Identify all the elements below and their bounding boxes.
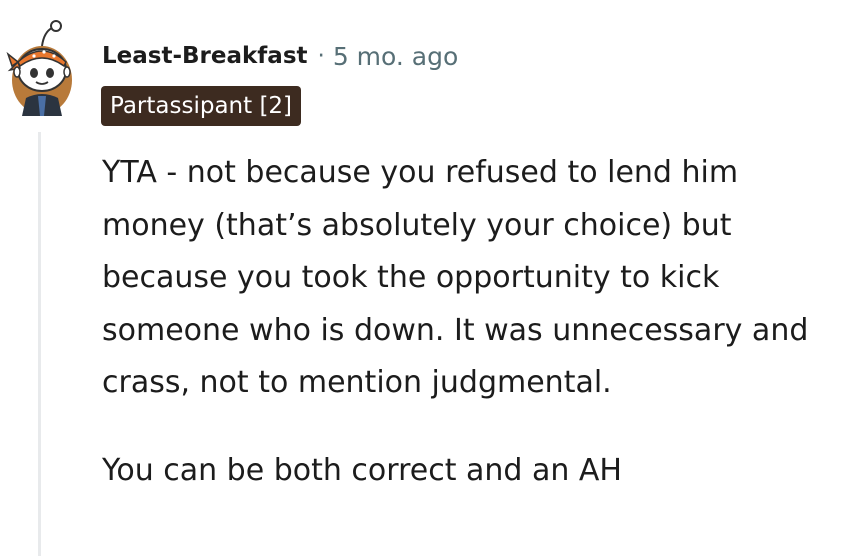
thread-line[interactable] [38, 132, 41, 556]
username-link[interactable]: Least-Breakfast [102, 43, 308, 69]
comment-body: YTA - not because you refused to lend hi… [102, 147, 822, 532]
snoo-avatar-icon[interactable] [4, 20, 80, 116]
comment: Least-Breakfast · 5 mo. ago Partassipant… [0, 0, 841, 556]
comment-paragraph: YTA - not because you refused to lend hi… [102, 155, 809, 400]
separator-dot: · [317, 43, 325, 69]
timestamp-link[interactable]: 5 mo. ago [333, 42, 458, 71]
comment-header: Least-Breakfast · 5 mo. ago [102, 36, 458, 76]
comment-paragraph: You can be both correct and an AH [102, 452, 622, 488]
user-flair-badge: Partassipant [2] [101, 86, 302, 126]
